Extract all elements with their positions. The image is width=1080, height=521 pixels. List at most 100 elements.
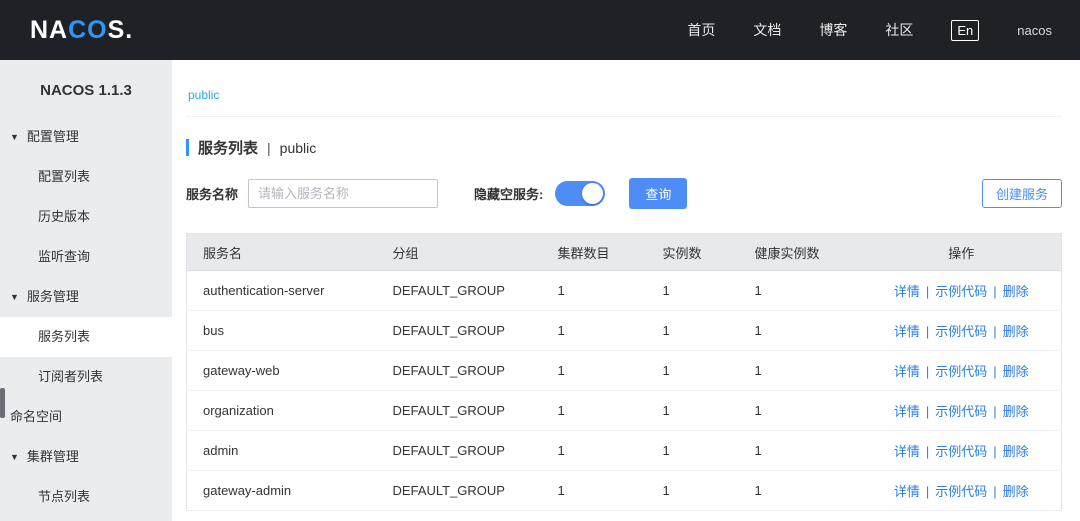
logo-text-co: CO bbox=[68, 16, 108, 44]
hide-empty-services-label: 隐藏空服务: bbox=[474, 184, 543, 203]
sidebar-section-cluster-management[interactable]: ▼ 集群管理 bbox=[0, 437, 172, 477]
action-separator: | bbox=[926, 324, 929, 339]
toggle-knob bbox=[582, 183, 603, 204]
nav-item-community[interactable]: 社区 bbox=[885, 20, 913, 40]
top-nav: 首页 文档 博客 社区 En nacos bbox=[687, 20, 1052, 41]
cell-group: DEFAULT_GROUP bbox=[377, 271, 542, 311]
sidebar-section-service-management[interactable]: ▼ 服务管理 bbox=[0, 277, 172, 317]
breadcrumb-namespace-public[interactable]: public bbox=[188, 88, 219, 102]
column-header-actions: 操作 bbox=[862, 234, 1062, 271]
caret-down-icon: ▼ bbox=[10, 277, 19, 317]
cell-healthy-count: 1 bbox=[739, 311, 862, 351]
title-separator: | bbox=[267, 140, 271, 156]
sidebar: NACOS 1.1.3 ▼配置管理 配置列表 历史版本 监听查询 ▼服务管理 服… bbox=[0, 60, 172, 521]
sidebar-section-label: 服务管理 bbox=[27, 289, 79, 304]
cell-group: DEFAULT_GROUP bbox=[377, 391, 542, 431]
page-title-row: 服务列表 | public bbox=[186, 137, 1062, 158]
table-row: authentication-server DEFAULT_GROUP 1 1 … bbox=[187, 271, 1062, 311]
cell-instance-count: 1 bbox=[647, 351, 739, 391]
nav-item-home[interactable]: 首页 bbox=[687, 20, 715, 40]
cell-service-name: authentication-server bbox=[187, 271, 377, 311]
nacos-logo[interactable]: NACOS. bbox=[30, 16, 133, 45]
nav-item-blog[interactable]: 博客 bbox=[819, 20, 847, 40]
detail-link[interactable]: 详情 bbox=[894, 444, 920, 459]
delete-link[interactable]: 删除 bbox=[1003, 484, 1029, 499]
sample-code-link[interactable]: 示例代码 bbox=[935, 324, 987, 339]
page-title: 服务列表 bbox=[198, 137, 258, 158]
cell-group: DEFAULT_GROUP bbox=[377, 311, 542, 351]
table-row: bus DEFAULT_GROUP 1 1 1 详情|示例代码|删除 bbox=[187, 311, 1062, 351]
sample-code-link[interactable]: 示例代码 bbox=[935, 484, 987, 499]
cell-actions: 详情|示例代码|删除 bbox=[862, 431, 1062, 471]
detail-link[interactable]: 详情 bbox=[894, 404, 920, 419]
cell-cluster-count: 1 bbox=[542, 471, 647, 511]
delete-link[interactable]: 删除 bbox=[1003, 444, 1029, 459]
service-name-label: 服务名称 bbox=[186, 184, 238, 203]
hide-empty-services-toggle[interactable] bbox=[555, 181, 605, 206]
delete-link[interactable]: 删除 bbox=[1003, 324, 1029, 339]
cell-service-name: gateway-admin bbox=[187, 471, 377, 511]
delete-link[interactable]: 删除 bbox=[1003, 404, 1029, 419]
detail-link[interactable]: 详情 bbox=[894, 484, 920, 499]
cell-cluster-count: 1 bbox=[542, 271, 647, 311]
action-separator: | bbox=[993, 404, 996, 419]
service-table-header: 服务名 分组 集群数目 实例数 健康实例数 操作 bbox=[187, 234, 1062, 271]
table-row: admin DEFAULT_GROUP 1 1 1 详情|示例代码|删除 bbox=[187, 431, 1062, 471]
cell-group: DEFAULT_GROUP bbox=[377, 351, 542, 391]
column-header-healthy-instance-count: 健康实例数 bbox=[739, 234, 862, 271]
cell-actions: 详情|示例代码|删除 bbox=[862, 351, 1062, 391]
filter-toolbar: 服务名称 隐藏空服务: 查询 创建服务 bbox=[186, 178, 1062, 209]
sample-code-link[interactable]: 示例代码 bbox=[935, 364, 987, 379]
language-toggle-button[interactable]: En bbox=[951, 20, 979, 41]
table-row: organization DEFAULT_GROUP 1 1 1 详情|示例代码… bbox=[187, 391, 1062, 431]
detail-link[interactable]: 详情 bbox=[894, 284, 920, 299]
cell-cluster-count: 1 bbox=[542, 351, 647, 391]
detail-link[interactable]: 详情 bbox=[894, 364, 920, 379]
delete-link[interactable]: 删除 bbox=[1003, 284, 1029, 299]
cell-actions: 详情|示例代码|删除 bbox=[862, 271, 1062, 311]
cell-group: DEFAULT_GROUP bbox=[377, 431, 542, 471]
sample-code-link[interactable]: 示例代码 bbox=[935, 444, 987, 459]
delete-link[interactable]: 删除 bbox=[1003, 364, 1029, 379]
column-header-service-name: 服务名 bbox=[187, 234, 377, 271]
cell-instance-count: 1 bbox=[647, 431, 739, 471]
cell-actions: 详情 | 示例代码 | 删除 bbox=[862, 391, 1062, 431]
search-button[interactable]: 查询 bbox=[629, 178, 687, 209]
cell-healthy-count: 1 bbox=[739, 271, 862, 311]
action-separator: | bbox=[926, 404, 929, 419]
current-user[interactable]: nacos bbox=[1017, 23, 1052, 38]
sidebar-item-config-list[interactable]: 配置列表 bbox=[0, 157, 172, 197]
sidebar-item-subscriber-list[interactable]: 订阅者列表 bbox=[0, 357, 172, 397]
cell-healthy-count: 1 bbox=[739, 351, 862, 391]
title-accent-bar bbox=[186, 139, 189, 156]
caret-down-icon: ▼ bbox=[10, 117, 19, 157]
column-header-group: 分组 bbox=[377, 234, 542, 271]
caret-down-icon: ▼ bbox=[10, 437, 19, 477]
scrollbar-thumb[interactable] bbox=[0, 388, 5, 418]
detail-link[interactable]: 详情 bbox=[894, 324, 920, 339]
cell-instance-count: 1 bbox=[647, 271, 739, 311]
breadcrumb: public bbox=[186, 60, 1062, 117]
sample-code-link[interactable]: 示例代码 bbox=[935, 404, 987, 419]
sidebar-item-service-list[interactable]: 服务列表 bbox=[0, 317, 172, 357]
sidebar-item-node-list[interactable]: 节点列表 bbox=[0, 477, 172, 517]
sidebar-item-listener-query[interactable]: 监听查询 bbox=[0, 237, 172, 277]
action-separator: | bbox=[993, 284, 996, 299]
action-separator: | bbox=[993, 444, 996, 459]
sidebar-item-namespace[interactable]: 命名空间 bbox=[0, 397, 172, 437]
table-row: gateway-web DEFAULT_GROUP 1 1 1 详情|示例代码|… bbox=[187, 351, 1062, 391]
cell-actions: 详情|示例代码|删除 bbox=[862, 311, 1062, 351]
service-name-input[interactable] bbox=[248, 179, 438, 208]
sidebar-section-label: 集群管理 bbox=[27, 449, 79, 464]
cell-group: DEFAULT_GROUP bbox=[377, 471, 542, 511]
cell-cluster-count: 1 bbox=[542, 431, 647, 471]
cell-actions: 详情|示例代码|删除 bbox=[862, 471, 1062, 511]
create-service-button[interactable]: 创建服务 bbox=[982, 179, 1062, 208]
sidebar-section-config-management[interactable]: ▼配置管理 bbox=[0, 117, 172, 157]
cell-healthy-count: 1 bbox=[739, 431, 862, 471]
sidebar-item-history-versions[interactable]: 历史版本 bbox=[0, 197, 172, 237]
nav-item-docs[interactable]: 文档 bbox=[753, 20, 781, 40]
column-header-instance-count: 实例数 bbox=[647, 234, 739, 271]
cell-service-name: gateway-web bbox=[187, 351, 377, 391]
sample-code-link[interactable]: 示例代码 bbox=[935, 284, 987, 299]
